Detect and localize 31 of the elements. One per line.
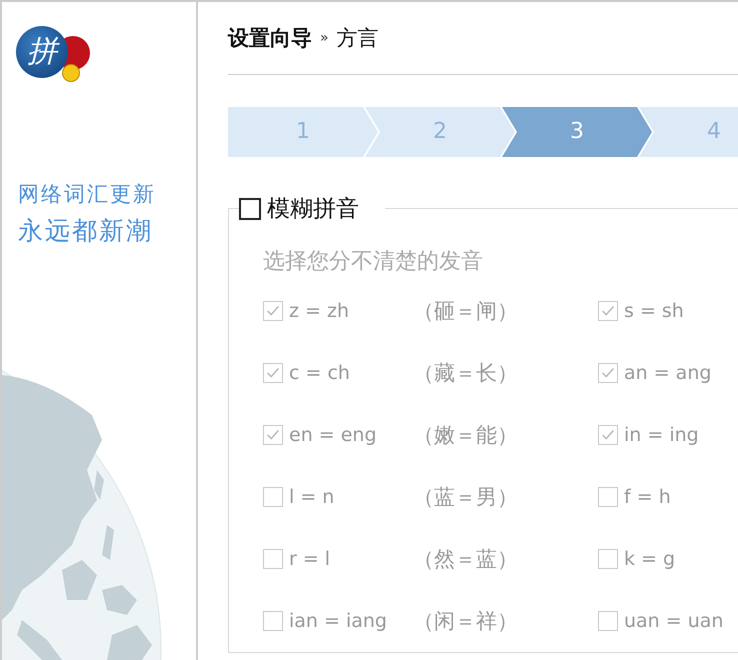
checkbox-label: uan = uan bbox=[624, 610, 724, 632]
wizard-step: 1 bbox=[228, 107, 378, 157]
checkbox-label: an = ang bbox=[624, 362, 712, 384]
slogan-text: 网络词汇更新 bbox=[18, 181, 157, 208]
checkbox-label: ian = iang bbox=[289, 610, 387, 632]
slogan-text: 永远都新潮 bbox=[18, 215, 154, 247]
example-text: （蓝＝男） bbox=[413, 484, 519, 511]
example-text: （闲＝祥） bbox=[413, 608, 519, 635]
checkbox-label: c = ch bbox=[289, 362, 350, 384]
section-title: 方言 bbox=[336, 25, 379, 52]
checkbox-label: z = zh bbox=[289, 300, 349, 322]
checkbox-label: s = sh bbox=[624, 300, 684, 322]
example-text: （藏＝长） bbox=[413, 360, 519, 387]
instruction-text: 选择您分不清楚的发音 bbox=[263, 248, 484, 276]
wizard-step: 3 bbox=[502, 107, 652, 157]
app-logo: 拼 bbox=[14, 24, 104, 88]
checkbox-label: k = g bbox=[624, 548, 676, 570]
checkbox-label: l = n bbox=[289, 486, 334, 508]
wizard-step: 2 bbox=[365, 107, 515, 157]
page-title: 设置向导 bbox=[228, 25, 312, 52]
checkbox-label: f = h bbox=[624, 486, 671, 508]
checkbox-label: 模糊拼音 bbox=[267, 195, 359, 224]
breadcrumb-separator: » bbox=[320, 30, 329, 46]
checkbox-label: in = ing bbox=[624, 424, 699, 446]
example-text: （嫩＝能） bbox=[413, 422, 519, 449]
checkbox-label: en = eng bbox=[289, 424, 377, 446]
example-text: （然＝蓝） bbox=[413, 546, 519, 573]
wizard-step: 4 bbox=[639, 107, 738, 157]
checkbox-label: r = l bbox=[289, 548, 330, 570]
checkbox[interactable] bbox=[239, 198, 261, 220]
example-text: （砸＝闸） bbox=[413, 298, 519, 325]
